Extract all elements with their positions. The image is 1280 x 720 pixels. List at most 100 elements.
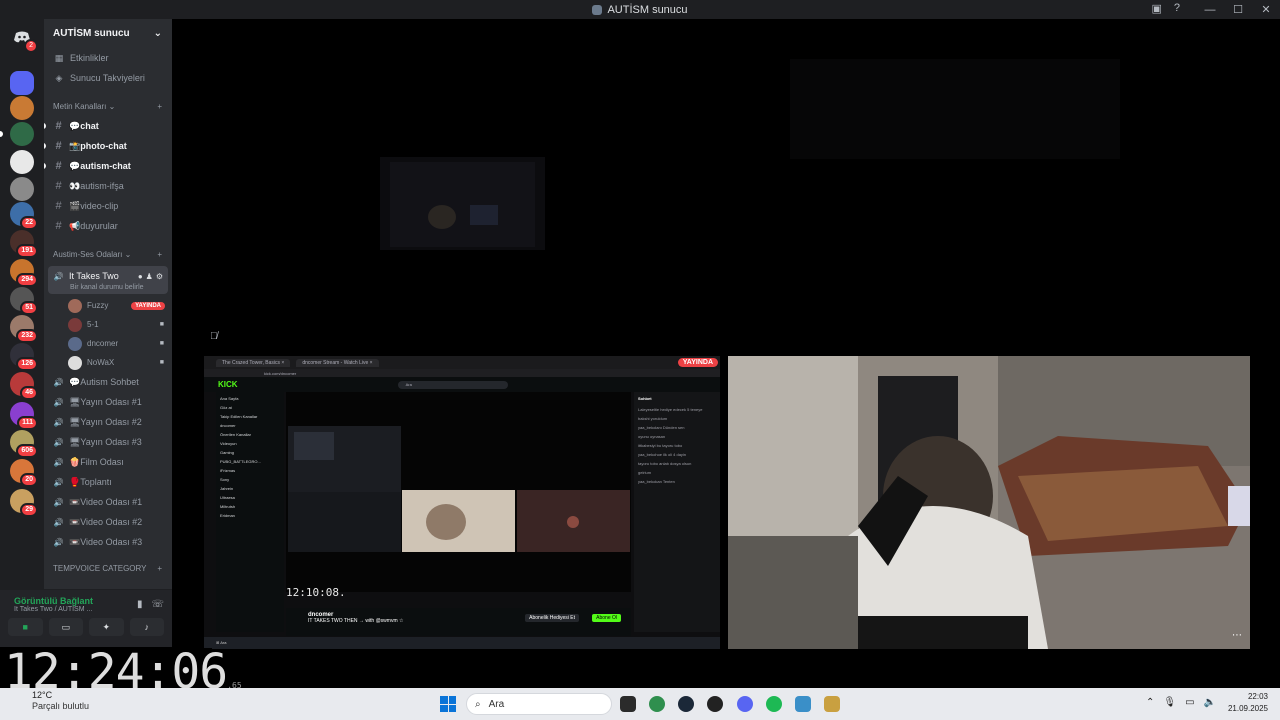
file-explorer-icon[interactable] bbox=[620, 696, 636, 712]
channel-name: 💬chat bbox=[69, 120, 99, 131]
voice-channel[interactable]: 🔊 📼Video Odası #3 bbox=[44, 532, 172, 552]
minimize-button[interactable]: — bbox=[1196, 4, 1224, 16]
text-channel[interactable]: # 📸photo-chat bbox=[44, 136, 172, 156]
voice-channel[interactable]: 🔊 🖥Yayın Odası #1 bbox=[44, 392, 172, 412]
gear-icon[interactable]: ⚙ bbox=[156, 272, 163, 281]
voice-channel[interactable]: 🔊 💬Autism Sohbet bbox=[44, 372, 172, 392]
kick-stream-info: dncomer IT TAKES TWO THEN → with @swmvm … bbox=[286, 608, 631, 636]
chevron-up-icon[interactable]: ⌃ bbox=[1146, 697, 1154, 708]
active-voice-channel[interactable]: 🔊 It Takes Two ● ♟ ⚙ Bir kanal durumu be… bbox=[48, 266, 168, 294]
server-icon[interactable] bbox=[10, 150, 34, 174]
kick-nav-item: iFrizmas bbox=[220, 468, 236, 473]
voice-status[interactable]: Bir kanal durumu belirle bbox=[53, 284, 168, 291]
invite-icon[interactable]: ♟ bbox=[146, 272, 153, 281]
screen-share-tile[interactable]: The Crazed Tower, Basics × dncomer Strea… bbox=[204, 356, 720, 649]
text-channel[interactable]: # 🎬video-clip bbox=[44, 196, 172, 216]
soundboard-button[interactable]: ♪ bbox=[129, 618, 164, 636]
voice-member[interactable]: NoWaX ■ bbox=[44, 353, 172, 372]
microphone-icon[interactable]: 🎙 bbox=[1163, 697, 1176, 708]
server-icon[interactable]: 294 bbox=[10, 259, 38, 287]
add-temp-channel-icon[interactable]: + bbox=[157, 564, 162, 573]
events-link[interactable]: ▦ Etkinlikler bbox=[44, 48, 172, 68]
server-header[interactable]: AUTİSM sunucu ⌄ bbox=[44, 19, 172, 48]
server-icon[interactable]: 51 bbox=[10, 287, 38, 315]
close-button[interactable]: ✕ bbox=[1252, 3, 1280, 16]
more-options-icon[interactable]: ⋯ bbox=[1232, 630, 1242, 641]
add-channel-icon[interactable]: + bbox=[157, 102, 162, 111]
server-icon[interactable] bbox=[10, 177, 34, 201]
server-icon[interactable]: 46 bbox=[10, 372, 38, 400]
server-icon[interactable]: 20 bbox=[10, 459, 38, 487]
speaker-icon: 🔊 bbox=[53, 477, 64, 487]
screen-share-button[interactable]: ▭ bbox=[48, 618, 83, 636]
chrome-icon[interactable] bbox=[649, 696, 665, 712]
server-icon[interactable] bbox=[10, 71, 34, 95]
server-icon[interactable]: 606 bbox=[10, 430, 38, 458]
voice-member[interactable]: 5-1 ■ bbox=[44, 315, 172, 334]
server-icon[interactable] bbox=[0, 122, 34, 146]
inbox-icon[interactable]: ▣ bbox=[1151, 2, 1161, 15]
network-icon[interactable]: ▭ bbox=[1185, 697, 1194, 708]
voice-member[interactable]: dncomer ■ bbox=[44, 334, 172, 353]
chat-bubble-icon[interactable]: ● bbox=[138, 272, 143, 281]
video-tile-small[interactable] bbox=[380, 157, 545, 250]
server-icon[interactable]: 29 bbox=[10, 489, 38, 517]
server-icon[interactable] bbox=[10, 96, 34, 120]
server-mention-badge: 51 bbox=[20, 301, 38, 315]
camera-button[interactable]: ■ bbox=[8, 618, 43, 636]
temp-category[interactable]: TEMPVOICE CATEGORY + bbox=[44, 558, 172, 578]
discord-icon[interactable] bbox=[737, 696, 753, 712]
activity-button[interactable]: ✦ bbox=[89, 618, 124, 636]
weather-temp: 12°C bbox=[32, 690, 53, 700]
voice-member[interactable]: Fuzzy YAYINDA bbox=[44, 296, 172, 315]
voice-channel[interactable]: 🔊 🖥Yayın Odası #3 bbox=[44, 432, 172, 452]
server-icon bbox=[592, 4, 603, 15]
taskbar-clock[interactable]: 22:03 21.09.2025 bbox=[1228, 691, 1268, 715]
add-voice-channel-icon[interactable]: + bbox=[157, 250, 162, 259]
voice-channel[interactable]: 🔊 🍿Film Odası bbox=[44, 452, 172, 472]
volume-icon[interactable]: 🔈 bbox=[1204, 697, 1216, 708]
text-channel[interactable]: # 💬chat bbox=[44, 116, 172, 136]
events-label: Etkinlikler bbox=[70, 53, 109, 63]
server-icon[interactable]: 191 bbox=[10, 230, 38, 258]
text-category[interactable]: Metin Kanalları ⌄ + bbox=[44, 96, 172, 116]
text-channel[interactable]: # 👀autism-ifşa bbox=[44, 176, 172, 196]
help-icon[interactable]: ? bbox=[1174, 2, 1180, 15]
taskbar-search-placeholder: Ara bbox=[488, 698, 505, 710]
unread-indicator bbox=[44, 163, 46, 169]
server-icon[interactable]: 126 bbox=[10, 343, 38, 371]
voice-channel[interactable]: 🔊 📼Video Odası #1 bbox=[44, 492, 172, 512]
video-tile-dark[interactable] bbox=[790, 59, 1120, 159]
system-tray: ⌃ 🎙 ▭ 🔈 bbox=[1146, 697, 1216, 708]
text-category-label: Metin Kanalları bbox=[53, 101, 107, 111]
start-button[interactable] bbox=[440, 696, 456, 712]
disconnect-icon[interactable]: ☏ bbox=[151, 599, 164, 610]
app-icon[interactable] bbox=[824, 696, 840, 712]
text-channel[interactable]: # 💬autism-chat bbox=[44, 156, 172, 176]
server-icon[interactable]: 111 bbox=[10, 402, 38, 430]
kick-search: Ara bbox=[397, 380, 508, 389]
voice-channel[interactable]: 🔊 📼Video Odası #2 bbox=[44, 512, 172, 532]
text-channel[interactable]: # 📢duyurular bbox=[44, 216, 172, 236]
taskbar-search[interactable]: ⌕ Ara bbox=[466, 693, 612, 715]
server-icon[interactable]: 22 bbox=[10, 202, 38, 230]
spotify-icon[interactable] bbox=[766, 696, 782, 712]
kick-nav-item: Eridman bbox=[220, 513, 235, 518]
voice-connected-subtitle[interactable]: It Takes Two / AUTİSM ... bbox=[14, 606, 93, 613]
server-icon[interactable]: 232 bbox=[10, 315, 38, 343]
steam-icon[interactable] bbox=[678, 696, 694, 712]
webcam-tile[interactable]: ⋯ bbox=[728, 356, 1250, 649]
discord-home-button[interactable]: 2 bbox=[10, 25, 38, 53]
voice-category[interactable]: Austim-Ses Odaları ⌄ + bbox=[44, 244, 172, 264]
maximize-button[interactable]: ☐ bbox=[1224, 3, 1252, 16]
browser-tabs: The Crazed Tower, Basics × dncomer Strea… bbox=[204, 356, 720, 369]
app-icon[interactable] bbox=[795, 696, 811, 712]
voice-channel[interactable]: 🔊 🖥Yayın Odası #2 bbox=[44, 412, 172, 432]
weather-widget[interactable]: 12°C Parçalı bulutlu bbox=[14, 690, 89, 712]
boosts-link[interactable]: ◈ Sunucu Takviyeleri bbox=[44, 68, 172, 88]
voice-channel[interactable]: 🔊 🥊Toplantı bbox=[44, 472, 172, 492]
avatar bbox=[68, 336, 82, 351]
signal-icon[interactable]: ▮ bbox=[137, 599, 143, 610]
kick-nav-item: Videoyun bbox=[220, 441, 237, 446]
github-icon[interactable] bbox=[707, 696, 723, 712]
